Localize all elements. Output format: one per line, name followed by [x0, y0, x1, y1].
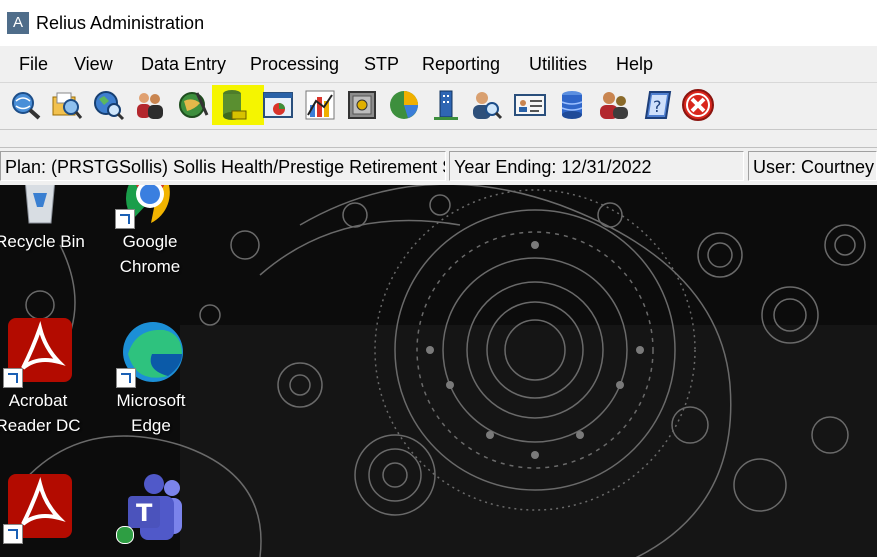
globe-search-icon[interactable]	[90, 87, 126, 123]
bar-chart-icon[interactable]	[302, 87, 338, 123]
menu-utilities[interactable]: Utilities	[529, 54, 587, 75]
chrome-label-1: Google	[122, 232, 178, 251]
edge-label-2: Edge	[131, 416, 171, 435]
shortcut-arrow-icon	[116, 368, 136, 388]
menu-bar: File View Data Entry Processing STP Repo…	[0, 46, 877, 82]
window-chart-icon[interactable]	[260, 87, 296, 123]
status-user: User: Courtney J	[748, 151, 877, 181]
title-bar: A Relius Administration	[0, 0, 877, 46]
toolbar: ?	[0, 82, 877, 129]
shortcut-arrow-icon	[3, 368, 23, 388]
synced-check-icon	[116, 526, 134, 544]
folder-search-icon[interactable]	[49, 87, 85, 123]
shortcut-arrow-icon	[115, 209, 135, 229]
acrobat-label-1: Acrobat	[8, 391, 68, 410]
status-plan: Plan: (PRSTGSollis) Sollis Health/Presti…	[0, 151, 446, 181]
user-key-icon[interactable]	[596, 87, 632, 123]
toolbar-spacer	[0, 129, 877, 148]
edge-label-1: Microsoft	[116, 391, 186, 410]
acrobat-label-2: Reader DC	[0, 416, 81, 435]
recycle-bin-icon[interactable]: Recycle Bin	[0, 185, 90, 254]
exit-icon[interactable]	[680, 87, 716, 123]
app-logo-icon: A	[7, 12, 29, 34]
menu-stp[interactable]: STP	[364, 54, 399, 75]
window-title: Relius Administration	[36, 12, 205, 33]
google-chrome-icon[interactable]: Google Chrome	[100, 185, 200, 279]
teams-icon[interactable]: T	[101, 474, 201, 544]
building-icon[interactable]	[428, 87, 464, 123]
microsoft-edge-icon[interactable]: Microsoft Edge	[101, 318, 201, 438]
user-search-icon[interactable]	[468, 87, 504, 123]
menu-file[interactable]: File	[19, 54, 48, 75]
desktop: Recycle Bin Google Chrome Acrobat Reader…	[0, 185, 877, 557]
acrobat-icon-2[interactable]	[0, 474, 88, 544]
menu-view[interactable]: View	[74, 54, 113, 75]
globe-edit-icon[interactable]	[175, 87, 211, 123]
shortcut-arrow-icon	[3, 524, 23, 544]
people-icon[interactable]	[132, 87, 168, 123]
menu-processing[interactable]: Processing	[250, 54, 339, 75]
status-bar: Plan: (PRSTGSollis) Sollis Health/Presti…	[0, 147, 877, 186]
database-icon[interactable]	[554, 87, 590, 123]
acrobat-reader-icon[interactable]: Acrobat Reader DC	[0, 318, 88, 438]
id-card-icon[interactable]	[512, 87, 548, 123]
menu-reporting[interactable]: Reporting	[422, 54, 500, 75]
svg-text:T: T	[136, 499, 153, 527]
pie-chart-icon[interactable]	[386, 87, 422, 123]
svg-text:?: ?	[653, 97, 662, 116]
status-year-ending: Year Ending: 12/31/2022	[449, 151, 744, 181]
notebook-icon[interactable]: ?	[640, 87, 676, 123]
menu-help[interactable]: Help	[616, 54, 653, 75]
recycle-bin-label: Recycle Bin	[0, 232, 85, 251]
search-globe-icon[interactable]	[8, 87, 44, 123]
chrome-label-2: Chrome	[119, 257, 181, 276]
menu-data-entry[interactable]: Data Entry	[141, 54, 226, 75]
database-highlighted-icon[interactable]	[212, 85, 264, 125]
safe-icon[interactable]	[344, 87, 380, 123]
